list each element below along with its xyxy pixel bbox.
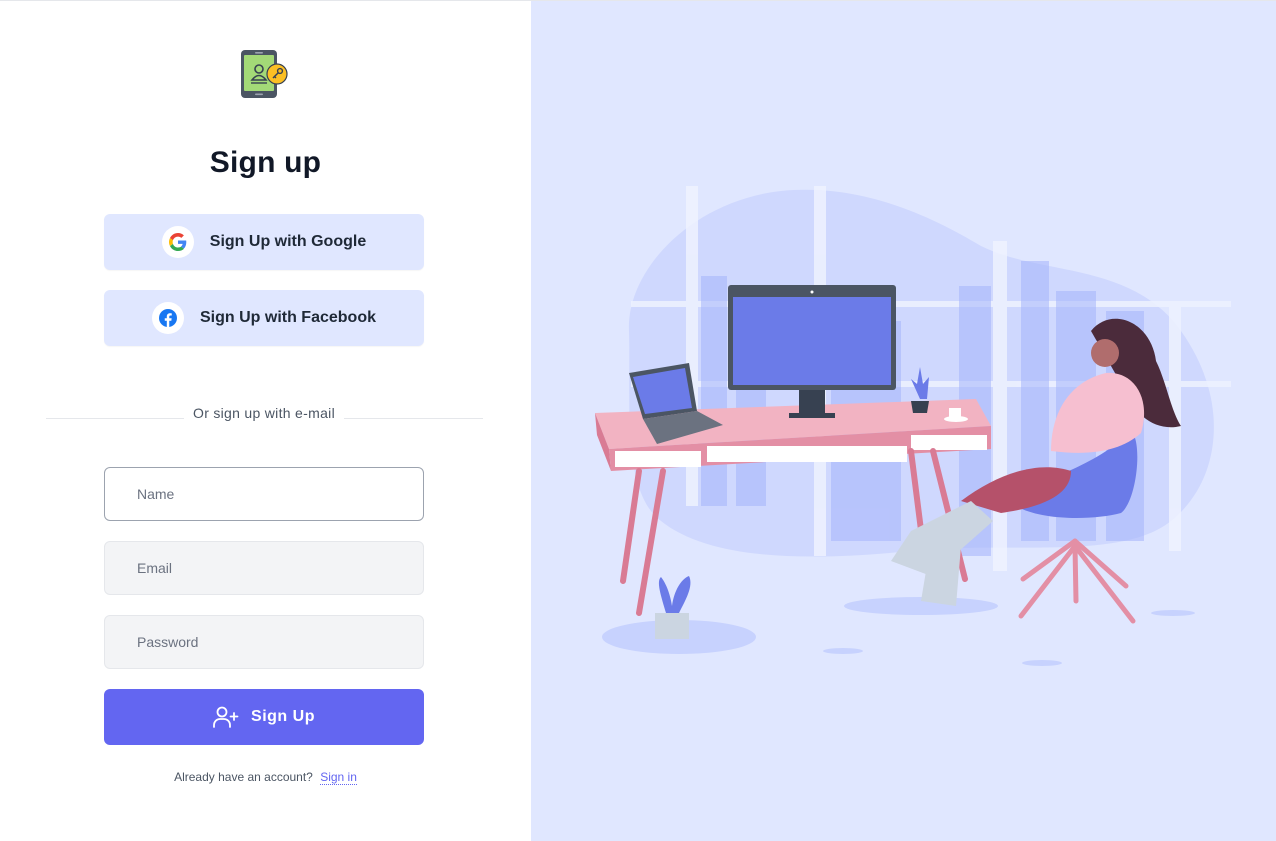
signin-link[interactable]: Sign in bbox=[320, 770, 357, 785]
facebook-icon-badge bbox=[151, 302, 184, 334]
divider-text: Or sign up with e-mail bbox=[184, 405, 344, 421]
signin-prompt: Already have an account? Sign in bbox=[0, 770, 531, 785]
google-signup-button[interactable]: Sign Up with Google bbox=[104, 214, 424, 270]
google-signup-label: Sign Up with Google bbox=[209, 233, 367, 250]
google-icon bbox=[168, 233, 187, 251]
signup-panel: Sign up Sign Up with Google Sign Up with… bbox=[0, 1, 531, 841]
google-icon-badge bbox=[161, 226, 194, 258]
facebook-icon bbox=[158, 309, 177, 327]
page-title: Sign up bbox=[209, 146, 322, 179]
signin-prompt-text: Already have an account? bbox=[174, 770, 313, 784]
signup-submit-label: Sign Up bbox=[251, 708, 315, 725]
user-plus-icon bbox=[213, 706, 239, 728]
password-input[interactable] bbox=[104, 615, 424, 669]
facebook-signup-button[interactable]: Sign Up with Facebook bbox=[104, 290, 424, 346]
email-input[interactable] bbox=[104, 541, 424, 595]
illustration-panel bbox=[531, 1, 1276, 841]
page-frame: Sign up Sign Up with Google Sign Up with… bbox=[0, 0, 1276, 841]
facebook-signup-label: Sign Up with Facebook bbox=[199, 309, 376, 326]
name-input[interactable] bbox=[104, 467, 424, 521]
signup-submit-button[interactable]: Sign Up bbox=[104, 689, 424, 745]
phone-id-key-icon bbox=[241, 50, 288, 98]
workspace-illustration bbox=[595, 186, 1231, 666]
